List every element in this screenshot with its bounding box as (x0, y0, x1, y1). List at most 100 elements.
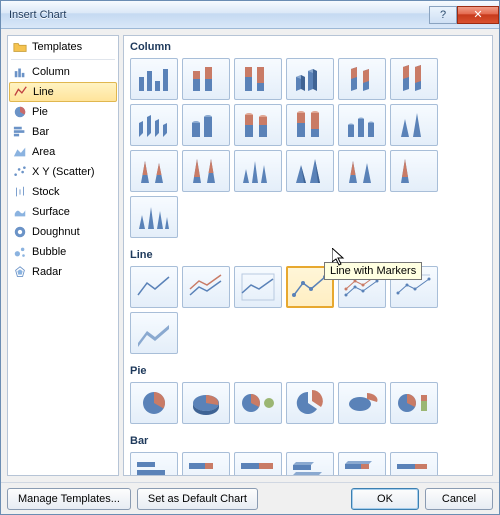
chart-thumb-100-stacked-column[interactable] (234, 58, 282, 100)
dialog-footer: Manage Templates... Set as Default Chart… (1, 482, 499, 514)
button-label: Cancel (442, 493, 476, 505)
line-icon (14, 85, 28, 99)
sidebar-item-stock[interactable]: Stock (9, 182, 117, 202)
chart-thumb-stacked-bar[interactable] (182, 452, 230, 476)
chart-thumb-3d-cone[interactable] (234, 150, 282, 192)
cancel-button[interactable]: Cancel (425, 488, 493, 510)
column-grid (124, 56, 492, 244)
manage-templates-button[interactable]: Manage Templates... (7, 488, 131, 510)
chart-thumb-3d-pie[interactable] (182, 382, 230, 424)
sidebar-separator (11, 59, 115, 60)
chart-thumb-3d-cylinder[interactable] (338, 104, 386, 146)
button-label: OK (377, 493, 393, 505)
chart-thumb-exploded-pie[interactable] (286, 382, 334, 424)
button-label: Manage Templates... (18, 493, 120, 505)
bubble-icon (13, 245, 27, 259)
sidebar-item-doughnut[interactable]: Doughnut (9, 222, 117, 242)
chart-thumb-pie-of-pie[interactable] (234, 382, 282, 424)
chart-thumb-clustered-cone[interactable] (390, 104, 438, 146)
sidebar-item-scatter[interactable]: X Y (Scatter) (9, 162, 117, 182)
sidebar-item-label: Bubble (32, 246, 66, 258)
chart-thumb-100-stacked-cylinder[interactable] (286, 104, 334, 146)
chart-thumb-clustered-cylinder[interactable] (182, 104, 230, 146)
sidebar-item-bar[interactable]: Bar (9, 122, 117, 142)
sidebar-item-label: Surface (32, 206, 70, 218)
sidebar-item-label: X Y (Scatter) (32, 166, 95, 178)
chart-thumb-stacked-pyramid[interactable] (338, 150, 386, 192)
chart-thumb-3d-100-stacked-bar[interactable] (390, 452, 438, 476)
chart-thumb-clustered-bar[interactable] (130, 452, 178, 476)
chart-thumb-exploded-3d-pie[interactable] (338, 382, 386, 424)
line-grid (124, 264, 492, 360)
sidebar-item-label: Pie (32, 106, 48, 118)
pie-icon (13, 105, 27, 119)
chart-thumb-3d-stacked-bar[interactable] (338, 452, 386, 476)
group-title-column: Column (124, 36, 492, 56)
window-buttons: ? ✕ (429, 6, 499, 24)
chart-thumb-clustered-pyramid[interactable] (286, 150, 334, 192)
chart-thumb-3d-column[interactable] (130, 104, 178, 146)
titlebar: Insert Chart ? ✕ (1, 1, 499, 29)
chart-thumb-100-stacked-bar[interactable] (234, 452, 282, 476)
chart-thumb-pie[interactable] (130, 382, 178, 424)
chart-thumb-3d-pyramid[interactable] (130, 196, 178, 238)
sidebar-item-label: Doughnut (32, 226, 80, 238)
sidebar-item-label: Stock (32, 186, 60, 198)
sidebar-item-templates[interactable]: Templates (9, 37, 117, 57)
surface-icon (13, 205, 27, 219)
doughnut-icon (13, 225, 27, 239)
sidebar-item-bubble[interactable]: Bubble (9, 242, 117, 262)
chart-thumb-100-stacked-pyramid[interactable] (390, 150, 438, 192)
chart-thumb-3d-100-stacked-column[interactable] (390, 58, 438, 100)
sidebar-item-surface[interactable]: Surface (9, 202, 117, 222)
ok-button[interactable]: OK (351, 488, 419, 510)
sidebar-item-area[interactable]: Area (9, 142, 117, 162)
close-icon: ✕ (473, 8, 482, 21)
sidebar-item-label: Bar (32, 126, 49, 138)
chart-thumb-100-stacked-line[interactable] (234, 266, 282, 308)
group-title-line: Line (124, 244, 492, 264)
help-icon: ? (440, 9, 446, 21)
chart-thumb-clustered-column[interactable] (130, 58, 178, 100)
sidebar-item-radar[interactable]: Radar (9, 262, 117, 282)
dialog-body: Templates Column Line Pie Bar Area (1, 29, 499, 482)
chart-thumb-bar-of-pie[interactable] (390, 382, 438, 424)
chart-thumb-stacked-column[interactable] (182, 58, 230, 100)
chart-thumb-100-stacked-cone[interactable] (182, 150, 230, 192)
insert-chart-dialog: Insert Chart ? ✕ Templates Column Li (0, 0, 500, 515)
sidebar-item-pie[interactable]: Pie (9, 102, 117, 122)
bar-icon (13, 125, 27, 139)
set-default-chart-button[interactable]: Set as Default Chart (137, 488, 258, 510)
chart-thumb-stacked-cylinder[interactable] (234, 104, 282, 146)
chart-thumb-stacked-cone[interactable] (130, 150, 178, 192)
chart-thumb-stacked-line[interactable] (182, 266, 230, 308)
group-title-pie: Pie (124, 360, 492, 380)
sidebar-item-label: Templates (32, 41, 82, 53)
chart-thumb-3d-line[interactable] (130, 312, 178, 354)
sidebar-item-label: Area (32, 146, 55, 158)
folder-icon (13, 40, 27, 54)
tooltip: Line with Markers (324, 262, 422, 280)
close-button[interactable]: ✕ (457, 6, 499, 24)
chart-thumb-line[interactable] (130, 266, 178, 308)
pie-grid (124, 380, 492, 430)
group-title-bar: Bar (124, 430, 492, 450)
chart-thumb-3d-clustered-column[interactable] (286, 58, 334, 100)
chart-thumb-3d-clustered-bar[interactable] (286, 452, 334, 476)
stock-icon (13, 185, 27, 199)
chart-thumb-3d-stacked-column[interactable] (338, 58, 386, 100)
category-sidebar: Templates Column Line Pie Bar Area (7, 35, 119, 476)
tooltip-text: Line with Markers (330, 265, 416, 277)
sidebar-item-line[interactable]: Line (9, 82, 117, 102)
sidebar-item-label: Line (33, 86, 54, 98)
area-icon (13, 145, 27, 159)
sidebar-item-label: Column (32, 66, 70, 78)
window-title: Insert Chart (9, 9, 429, 21)
bar-grid (124, 450, 492, 476)
button-label: Set as Default Chart (148, 493, 247, 505)
column-icon (13, 65, 27, 79)
sidebar-item-column[interactable]: Column (9, 62, 117, 82)
help-button[interactable]: ? (429, 6, 457, 24)
radar-icon (13, 265, 27, 279)
chart-gallery[interactable]: Column (123, 35, 493, 476)
